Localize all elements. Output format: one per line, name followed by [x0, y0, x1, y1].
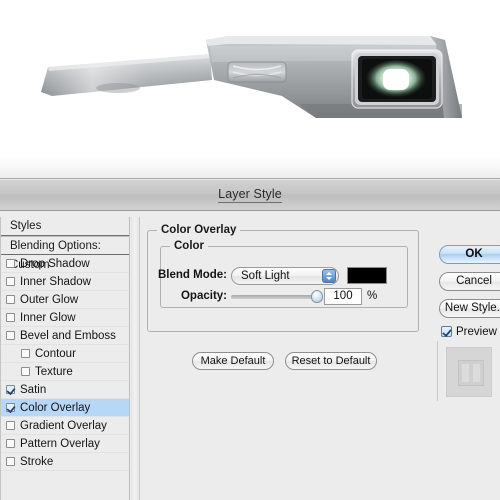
sidebar-item-outer-glow[interactable]: Outer Glow: [1, 291, 129, 309]
blend-mode-select[interactable]: Soft Light: [231, 267, 339, 285]
sidebar-item-pattern-overlay[interactable]: Pattern Overlay: [1, 435, 129, 453]
new-style-button[interactable]: New Style..: [439, 299, 500, 318]
dialog-title-text: Layer Style: [218, 187, 282, 203]
cancel-button[interactable]: Cancel: [439, 272, 500, 291]
actions-divider: [437, 341, 438, 401]
sidebar-item-stroke-label: Stroke: [20, 456, 54, 468]
checkbox-inner-shadow[interactable]: [6, 277, 15, 287]
opacity-slider-track[interactable]: [231, 295, 319, 299]
preview-thumbnail-content: [458, 360, 484, 386]
checkbox-bevel-and-emboss[interactable]: [6, 331, 15, 341]
checkbox-outer-glow[interactable]: [6, 295, 15, 305]
color-groupbox: Color Blend Mode: Soft Light Opacity: 10…: [158, 240, 408, 308]
metallic-device-render: [41, 36, 462, 118]
checkbox-inner-glow[interactable]: [6, 313, 15, 323]
sidebar-item-satin[interactable]: Satin: [1, 381, 129, 399]
make-default-button[interactable]: Make Default: [192, 352, 274, 370]
sidebar-item-contour[interactable]: Contour: [1, 345, 129, 363]
blend-mode-label: Blend Mode:: [158, 269, 227, 281]
sidebar-item-inner-shadow-label: Inner Shadow: [20, 276, 91, 288]
sidebar-scrollbar[interactable]: [131, 217, 140, 500]
checkbox-preview[interactable]: [441, 326, 452, 337]
sidebar-header-styles-label: Styles: [10, 220, 42, 232]
sidebar-item-gradient-overlay-label: Gradient Overlay: [20, 420, 107, 432]
sidebar-item-drop-shadow[interactable]: Drop Shadow: [1, 255, 129, 273]
sidebar-item-texture-label: Texture: [35, 366, 73, 378]
opacity-label: Opacity:: [180, 290, 227, 302]
styles-sidebar: Styles Blending Options: Custom Drop Sha…: [0, 217, 130, 500]
color-group-title: Color: [170, 240, 209, 252]
sidebar-item-color-overlay[interactable]: Color Overlay: [1, 399, 129, 417]
product-photo-area: [0, 0, 500, 178]
dialog-body: Styles Blending Options: Custom Drop Sha…: [0, 211, 500, 500]
sidebar-item-texture[interactable]: Texture: [1, 363, 129, 381]
preview-label: Preview: [456, 326, 497, 338]
screen-root: Layer Style Styles Blending Options: Cus…: [0, 0, 500, 500]
preview-checkbox-row[interactable]: Preview: [441, 326, 497, 338]
sidebar-item-gradient-overlay[interactable]: Gradient Overlay: [1, 417, 129, 435]
opacity-unit-label: %: [367, 290, 378, 302]
sidebar-item-drop-shadow-label: Drop Shadow: [20, 258, 90, 270]
blend-mode-value: Soft Light: [241, 270, 290, 282]
layer-style-dialog: Layer Style Styles Blending Options: Cus…: [0, 178, 500, 500]
reset-to-default-button[interactable]: Reset to Default: [285, 352, 377, 370]
sidebar-header-styles[interactable]: Styles: [1, 217, 129, 236]
checkbox-stroke[interactable]: [6, 457, 15, 467]
sidebar-item-pattern-overlay-label: Pattern Overlay: [20, 438, 100, 450]
checkbox-color-overlay[interactable]: [6, 403, 15, 413]
sidebar-item-bevel-and-emboss[interactable]: Bevel and Emboss: [1, 327, 129, 345]
chevron-updown-icon[interactable]: [322, 269, 336, 283]
sidebar-header-blending-options[interactable]: Blending Options: Custom: [1, 236, 129, 271]
sidebar-item-stroke[interactable]: Stroke: [1, 453, 129, 471]
dialog-titlebar[interactable]: Layer Style: [0, 179, 500, 211]
sidebar-item-inner-shadow[interactable]: Inner Shadow: [1, 273, 129, 291]
dialog-actions-column: OK Cancel New Style.. Preview: [437, 241, 500, 500]
checkbox-contour[interactable]: [21, 349, 30, 359]
sidebar-item-outer-glow-label: Outer Glow: [20, 294, 79, 306]
sidebar-item-satin-label: Satin: [20, 384, 47, 396]
dialog-title: Layer Style: [0, 187, 500, 203]
sidebar-item-inner-glow[interactable]: Inner Glow: [1, 309, 129, 327]
sidebar-item-bevel-and-emboss-label: Bevel and Emboss: [20, 330, 116, 342]
checkbox-pattern-overlay[interactable]: [6, 439, 15, 449]
ok-button[interactable]: OK: [439, 245, 500, 264]
checkbox-gradient-overlay[interactable]: [6, 421, 15, 431]
checkbox-texture[interactable]: [21, 367, 30, 377]
opacity-input[interactable]: 100: [324, 288, 362, 305]
sidebar-item-contour-label: Contour: [35, 348, 76, 360]
color-overlay-groupbox: Color Overlay Color Blend Mode: Soft Lig…: [147, 224, 419, 370]
color-overlay-group-title: Color Overlay: [157, 224, 241, 236]
sidebar-item-color-overlay-label: Color Overlay: [20, 402, 91, 414]
color-overlay-panel: Color Overlay Color Blend Mode: Soft Lig…: [145, 219, 430, 499]
checkbox-satin[interactable]: [6, 385, 15, 395]
sidebar-item-inner-glow-label: Inner Glow: [20, 312, 76, 324]
opacity-slider-knob[interactable]: [311, 290, 323, 303]
color-swatch-button[interactable]: [347, 267, 387, 284]
checkbox-drop-shadow[interactable]: [6, 259, 15, 269]
preview-thumbnail: [446, 347, 492, 397]
